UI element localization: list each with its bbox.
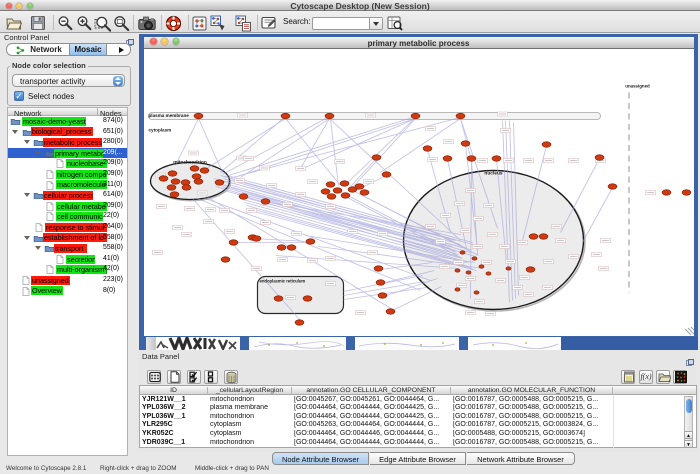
svg-text:unassigned: unassigned <box>625 83 650 88</box>
svg-text:mitochondrion: mitochondrion <box>173 159 207 165</box>
svg-text:endoplasmic reticulum: endoplasmic reticulum <box>259 278 305 283</box>
svg-text:nucleus: nucleus <box>484 170 502 176</box>
svg-text:cytoplasm: cytoplasm <box>148 127 171 132</box>
svg-text:plasma membrane: plasma membrane <box>148 113 189 118</box>
